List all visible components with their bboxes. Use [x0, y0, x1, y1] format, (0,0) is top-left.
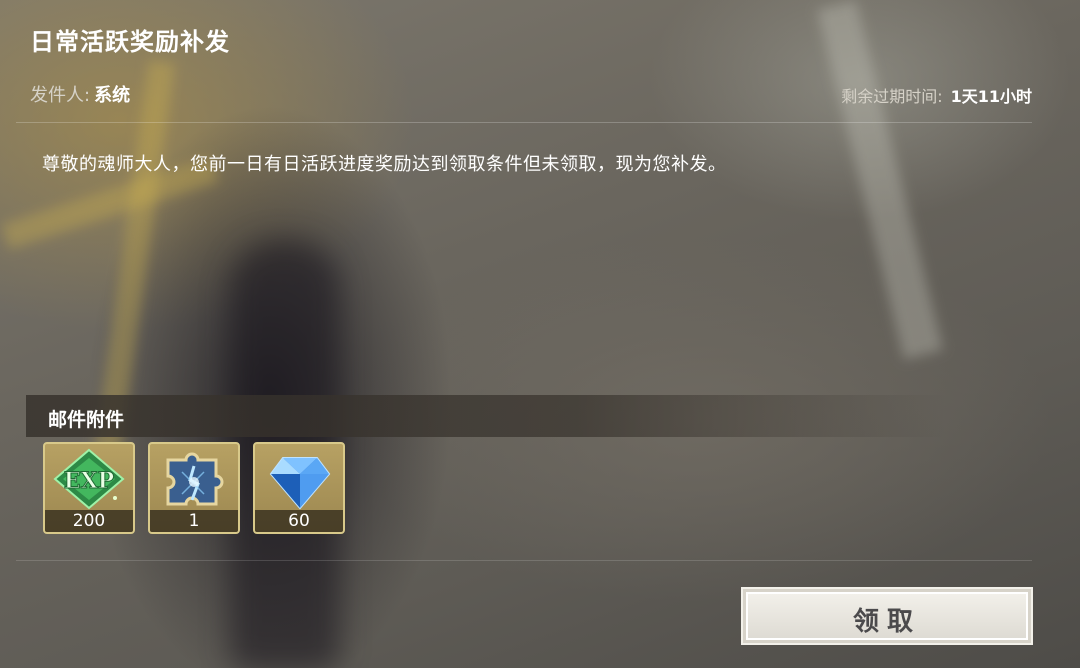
attachments-title: 邮件附件	[48, 409, 125, 431]
mail-sender: 发件人: 系统	[30, 81, 130, 107]
puzzle-piece-icon	[166, 452, 224, 506]
footer-divider	[16, 560, 1032, 561]
mail-expiry: 剩余过期时间: 1天11小时	[841, 83, 1032, 107]
claim-button-label: 领取	[852, 607, 921, 637]
attachment-item-puzzle[interactable]: 1	[148, 442, 240, 534]
attachment-count: 1	[150, 510, 238, 532]
claim-button[interactable]: 领取	[741, 587, 1033, 645]
attachment-list: EXP 200 1 60	[43, 442, 345, 534]
attachment-item-exp[interactable]: EXP 200	[43, 442, 135, 534]
sender-name: 系统	[94, 85, 131, 106]
attachment-count: 200	[45, 510, 133, 532]
diamond-icon	[269, 457, 331, 510]
expire-value: 1天11小时	[950, 87, 1032, 106]
attachment-item-diamond[interactable]: 60	[253, 442, 345, 534]
exp-icon: EXP	[53, 448, 125, 510]
expire-label: 剩余过期时间:	[841, 87, 943, 106]
exp-icon-text: EXP	[64, 468, 114, 494]
sender-label: 发件人:	[30, 85, 91, 106]
attachments-header: 邮件附件	[26, 395, 946, 437]
attachment-count: 60	[255, 510, 343, 532]
mail-title: 日常活跃奖励补发	[30, 28, 230, 56]
mail-body-text: 尊敬的魂师大人，您前一日有日活跃进度奖励达到领取条件但未领取，现为您补发。	[42, 154, 727, 175]
header-divider	[16, 122, 1032, 123]
